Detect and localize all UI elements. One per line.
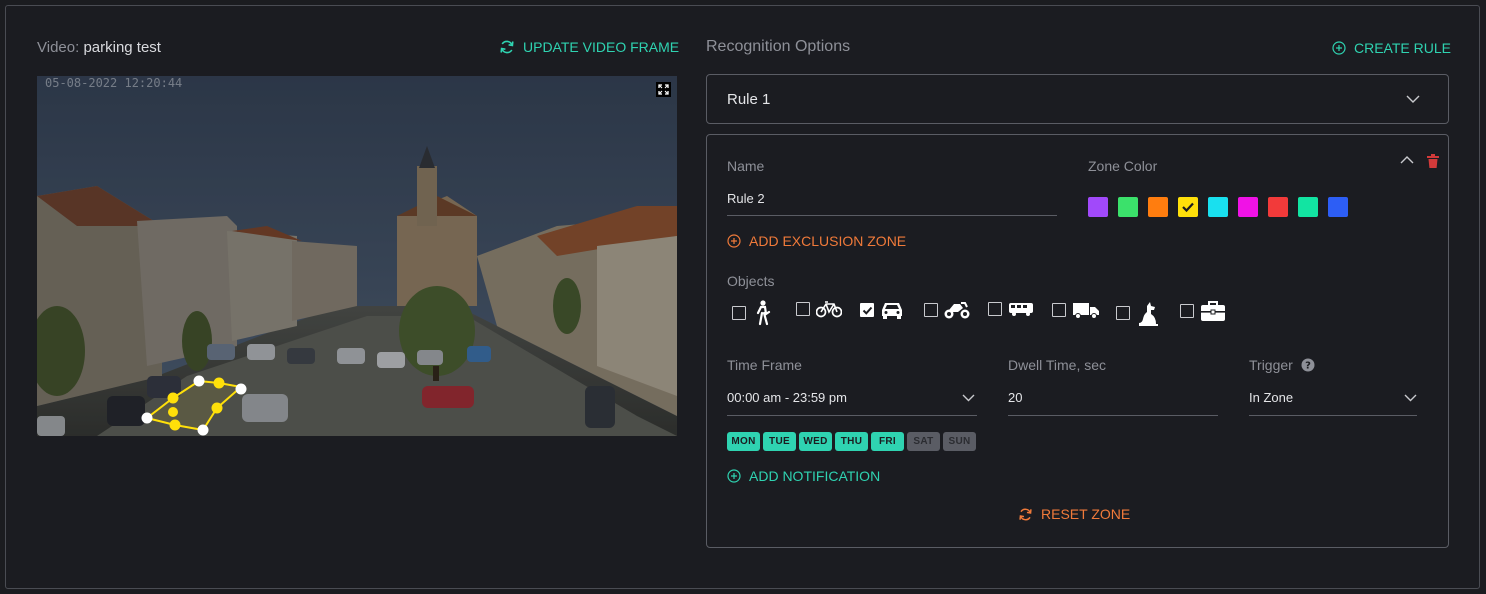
- object-checkbox[interactable]: [732, 306, 746, 320]
- refresh-icon: [1019, 508, 1032, 520]
- fullscreen-button[interactable]: [656, 82, 671, 97]
- object-motorcycle[interactable]: [924, 300, 970, 320]
- object-checkbox[interactable]: [796, 302, 810, 316]
- chevron-down-icon: [962, 394, 975, 402]
- create-rule-label: CREATE RULE: [1354, 40, 1451, 56]
- trigger-select[interactable]: In Zone: [1249, 390, 1417, 416]
- update-video-frame-button[interactable]: UPDATE VIDEO FRAME: [499, 39, 679, 55]
- add-exclusion-zone-button[interactable]: ADD EXCLUSION ZONE: [727, 233, 906, 249]
- day-toggle-sat[interactable]: SAT: [907, 432, 940, 451]
- zone-color-label: Zone Color: [1088, 158, 1158, 174]
- object-checkbox-checked[interactable]: [860, 303, 874, 317]
- add-notification-label: ADD NOTIFICATION: [749, 468, 881, 484]
- object-bag[interactable]: [1180, 300, 1226, 322]
- chevron-down-icon[interactable]: [1406, 95, 1420, 104]
- svg-text:?: ?: [1305, 361, 1311, 372]
- day-toggle-mon[interactable]: MON: [727, 432, 760, 451]
- update-video-frame-label: UPDATE VIDEO FRAME: [523, 39, 680, 55]
- plus-circle-icon: [727, 469, 741, 483]
- zone-handle[interactable]: [235, 383, 247, 395]
- car-icon: [882, 303, 902, 319]
- bicycle-icon: [816, 301, 842, 318]
- chevron-up-icon[interactable]: [1400, 155, 1414, 164]
- check-icon: [1182, 202, 1194, 213]
- day-toggle-thu[interactable]: THU: [835, 432, 868, 451]
- object-checkbox[interactable]: [924, 303, 938, 317]
- zone-color-swatch[interactable]: [1268, 197, 1288, 217]
- object-checkbox[interactable]: [1116, 306, 1130, 320]
- zone-handle[interactable]: [211, 402, 223, 414]
- zone-color-swatch[interactable]: [1088, 197, 1108, 217]
- parking-scene-image: [37, 76, 677, 436]
- zone-color-swatch[interactable]: [1178, 197, 1198, 217]
- trigger-label-group: Trigger ?: [1249, 357, 1315, 373]
- day-toggle-sun[interactable]: SUN: [943, 432, 976, 451]
- rule-1-accordion[interactable]: Rule 1: [706, 74, 1449, 124]
- name-label: Name: [727, 158, 765, 174]
- trash-icon[interactable]: [1427, 154, 1439, 168]
- time-frame-select[interactable]: 00:00 am - 23:59 pm: [727, 390, 977, 416]
- create-rule-button[interactable]: CREATE RULE: [1332, 40, 1451, 56]
- object-checkbox[interactable]: [988, 302, 1002, 316]
- refresh-icon: [500, 40, 514, 54]
- reset-zone-button[interactable]: RESET ZONE: [1018, 506, 1130, 522]
- zone-color-swatch[interactable]: [1148, 197, 1168, 217]
- zone-color-swatch[interactable]: [1238, 197, 1258, 217]
- recognition-options-title: Recognition Options: [706, 38, 851, 55]
- fullscreen-icon: [658, 84, 669, 95]
- rule-1-title: Rule 1: [727, 91, 771, 108]
- objects-label: Objects: [727, 273, 775, 289]
- briefcase-icon: [1201, 301, 1225, 321]
- video-timestamp: 05-08-2022 12:20:44: [45, 76, 183, 90]
- add-notification-button[interactable]: ADD NOTIFICATION: [727, 468, 880, 484]
- trigger-label: Trigger: [1249, 357, 1293, 373]
- object-bus[interactable]: [988, 300, 1034, 318]
- dog-icon: [1139, 302, 1158, 326]
- zone-handle[interactable]: [197, 424, 209, 436]
- zone-color-swatch[interactable]: [1208, 197, 1228, 217]
- time-frame-value: 00:00 am - 23:59 pm: [727, 390, 847, 405]
- name-input[interactable]: Rule 2: [727, 190, 1057, 216]
- day-toggle-wed[interactable]: WED: [799, 432, 832, 451]
- object-truck[interactable]: [1052, 300, 1100, 320]
- object-car[interactable]: [860, 300, 904, 320]
- video-label: Video:: [37, 39, 80, 56]
- reset-zone-label: RESET ZONE: [1041, 506, 1131, 522]
- zone-handle[interactable]: [168, 407, 178, 417]
- zone-handle[interactable]: [213, 377, 225, 389]
- day-toggle-tue[interactable]: TUE: [763, 432, 796, 451]
- person-icon: [756, 300, 771, 326]
- object-checkbox[interactable]: [1052, 303, 1066, 317]
- zone-handle[interactable]: [167, 392, 179, 404]
- truck-icon: [1073, 303, 1099, 319]
- zone-handle[interactable]: [169, 419, 181, 431]
- check-icon: [862, 306, 873, 315]
- zone-color-swatch[interactable]: [1298, 197, 1318, 217]
- day-toggle-fri[interactable]: FRI: [871, 432, 904, 451]
- plus-circle-icon: [727, 234, 741, 248]
- plus-circle-icon: [1332, 41, 1346, 55]
- object-bicycle[interactable]: [796, 300, 842, 318]
- motorcycle-icon: [944, 302, 970, 319]
- object-checkbox[interactable]: [1180, 304, 1194, 318]
- zone-handle[interactable]: [141, 412, 153, 424]
- bus-icon: [1009, 303, 1033, 316]
- video-name: parking test: [83, 39, 161, 56]
- dwell-time-input[interactable]: 20: [1008, 390, 1218, 416]
- object-person[interactable]: [732, 300, 772, 326]
- time-frame-label: Time Frame: [727, 357, 802, 373]
- zone-color-swatch[interactable]: [1118, 197, 1138, 217]
- add-exclusion-zone-label: ADD EXCLUSION ZONE: [749, 233, 907, 249]
- zone-color-swatch[interactable]: [1328, 197, 1348, 217]
- video-title: Video: parking test: [37, 39, 161, 56]
- trigger-value: In Zone: [1249, 390, 1294, 405]
- zone-handle[interactable]: [193, 375, 205, 387]
- dwell-time-label: Dwell Time, sec: [1008, 357, 1107, 373]
- video-frame[interactable]: 05-08-2022 12:20:44: [37, 76, 677, 436]
- object-dog[interactable]: [1116, 300, 1160, 326]
- help-icon[interactable]: ?: [1301, 358, 1315, 372]
- chevron-down-icon: [1404, 394, 1417, 402]
